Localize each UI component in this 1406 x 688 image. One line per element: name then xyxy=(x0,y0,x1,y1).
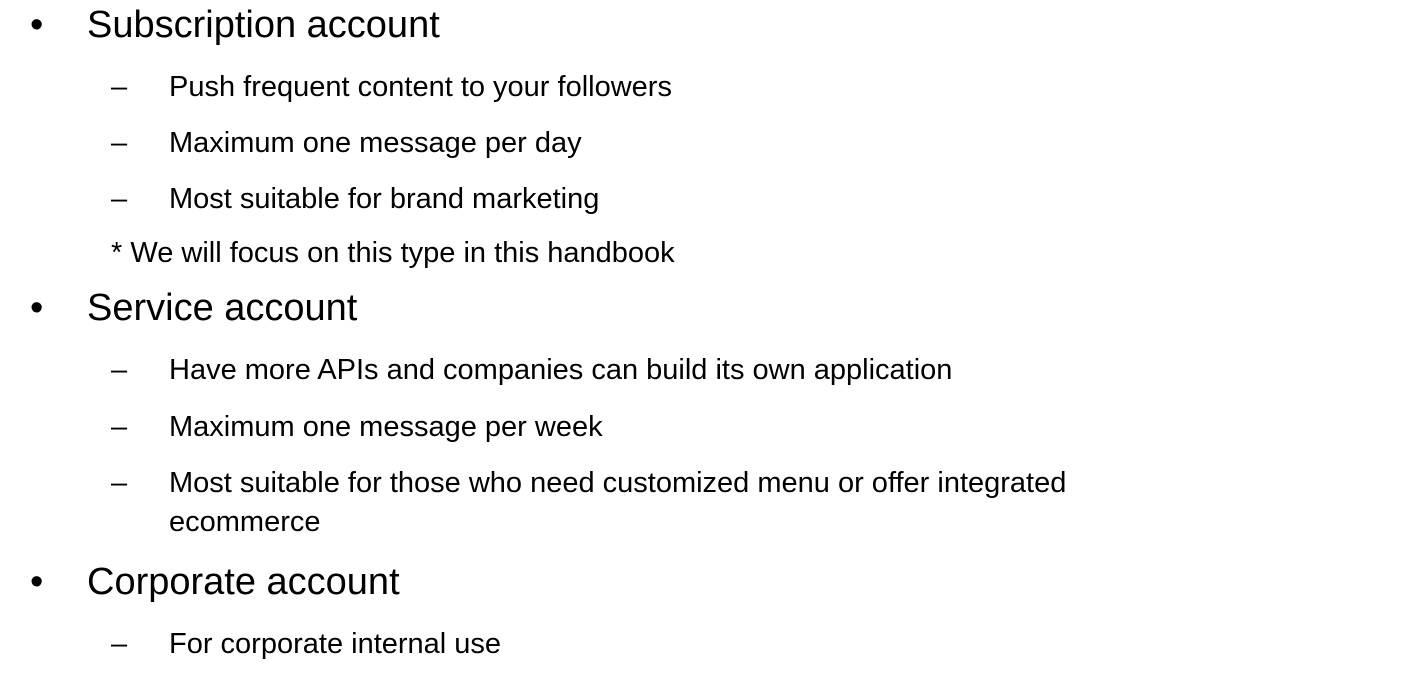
bullet-dash: – xyxy=(111,127,128,159)
list-item: – Maximum one message per week xyxy=(111,409,1391,445)
section-title: Subscription account xyxy=(87,4,440,46)
bullet-dash: – xyxy=(111,71,128,103)
section-title: Service account xyxy=(87,287,358,329)
list-item: – Push frequent content to your follower… xyxy=(111,69,1311,105)
bullet-dash: – xyxy=(111,183,128,215)
list-item: – For corporate internal use xyxy=(111,626,1311,662)
list-item-text: Push frequent content to your followers xyxy=(169,71,672,103)
bullet-dash: – xyxy=(111,411,128,443)
list-item-text: Maximum one message per day xyxy=(169,127,582,159)
bullet-dash: – xyxy=(111,628,128,660)
bullet-dot: • xyxy=(30,561,44,603)
list-item-continuation: ecommerce xyxy=(169,506,321,538)
list-item-text: Maximum one message per week xyxy=(169,411,603,443)
list-item: – Have more APIs and companies can build… xyxy=(111,352,1391,388)
list-item-text: Most suitable for those who need customi… xyxy=(169,467,1067,499)
list-item: – Most suitable for brand marketing xyxy=(111,181,1311,217)
list-item-text: For corporate internal use xyxy=(169,628,502,660)
list-item: – Maximum one message per day xyxy=(111,125,1311,161)
bullet-dash: – xyxy=(111,354,128,386)
slide: • Subscription account – Push frequent c… xyxy=(0,0,1406,688)
section-heading-corporate: • Corporate account xyxy=(30,560,930,604)
bullet-dot: • xyxy=(30,287,44,329)
list-item-text: Have more APIs and companies can build i… xyxy=(169,354,953,386)
bullet-dash: – xyxy=(111,467,128,499)
note-text: * We will focus on this type in this han… xyxy=(111,237,675,269)
list-item-text: Most suitable for brand marketing xyxy=(169,183,600,215)
section-heading-subscription: • Subscription account xyxy=(30,3,930,47)
section-title: Corporate account xyxy=(87,561,400,603)
bullet-dot: • xyxy=(30,4,44,46)
section-heading-service: • Service account xyxy=(30,286,930,330)
list-item: – Most suitable for those who need custo… xyxy=(111,465,1401,501)
